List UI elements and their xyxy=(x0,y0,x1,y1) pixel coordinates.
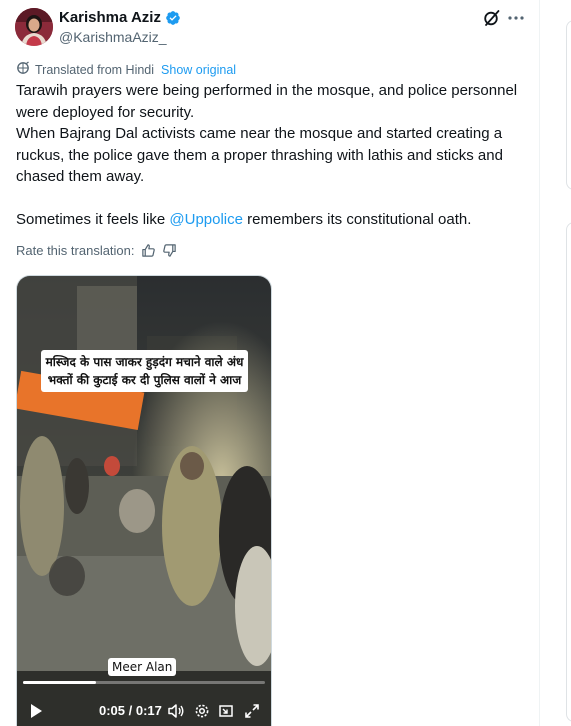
volume-icon[interactable] xyxy=(165,696,187,726)
mention-link[interactable]: @Uppolice xyxy=(169,211,243,228)
timeline-border xyxy=(539,0,540,726)
more-icon[interactable] xyxy=(506,8,526,28)
settings-icon[interactable] xyxy=(191,696,213,726)
video-watermark: Meer Alan xyxy=(108,658,177,676)
verified-badge-icon xyxy=(165,10,181,26)
video-controls: 0:05 / 0:17 xyxy=(17,696,271,726)
rate-label: Rate this translation: xyxy=(16,243,135,258)
play-icon[interactable] xyxy=(25,696,47,726)
thumbs-down-icon[interactable] xyxy=(162,243,177,258)
show-original-link[interactable]: Show original xyxy=(161,63,236,77)
translate-icon xyxy=(16,61,30,78)
progress-bar[interactable] xyxy=(23,681,265,684)
tweet-paragraph: Tarawih prayers were being performed in … xyxy=(16,82,518,121)
translated-label: Translated from Hindi xyxy=(35,62,155,77)
pip-icon[interactable] xyxy=(215,696,237,726)
rate-translation: Rate this translation: xyxy=(16,243,177,258)
thumbs-up-icon[interactable] xyxy=(141,243,156,258)
fullscreen-icon[interactable] xyxy=(241,696,263,726)
video-player[interactable]: मस्जिद के पास जाकर हुड़दंग मचाने वाले अं… xyxy=(16,275,272,726)
sidebar-card xyxy=(566,222,571,722)
translation-notice: Translated from Hindi Show original xyxy=(16,61,236,78)
author-handle[interactable]: @KarishmaAziz_ xyxy=(59,29,167,45)
progress-fill xyxy=(23,681,96,684)
tweet-text: Tarawih prayers were being performed in … xyxy=(16,80,531,231)
tweet-paragraph: Sometimes it feels like @Uppolice rememb… xyxy=(16,211,472,228)
video-time: 0:05 / 0:17 xyxy=(99,703,162,718)
video-caption: मस्जिद के पास जाकर हुड़दंग मचाने वाले अं… xyxy=(41,350,248,392)
sidebar-card xyxy=(566,20,571,190)
avatar[interactable] xyxy=(15,8,53,46)
tweet-paragraph: When Bajrang Dal activists came near the… xyxy=(16,125,503,185)
grok-icon[interactable] xyxy=(483,9,501,27)
author-name[interactable]: Karishma Aziz xyxy=(59,9,181,26)
